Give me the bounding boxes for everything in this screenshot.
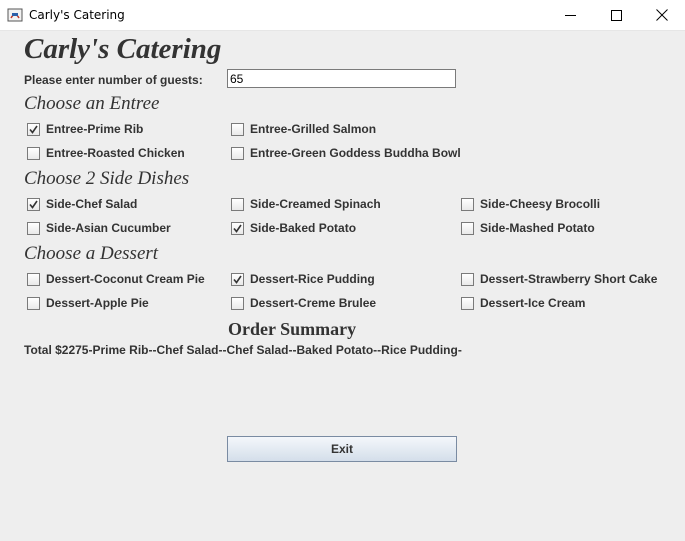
checkbox-label: Side-Baked Potato xyxy=(250,221,357,235)
close-icon xyxy=(656,9,668,21)
checkbox-dessert-rice-pudding[interactable]: Dessert-Rice Pudding xyxy=(231,270,375,288)
checkbox-box[interactable] xyxy=(461,221,474,235)
window-title: Carly's Catering xyxy=(29,8,125,22)
exit-button[interactable]: Exit xyxy=(227,436,457,462)
checkbox-box[interactable] xyxy=(231,146,244,160)
checkbox-box[interactable] xyxy=(27,146,40,160)
checkbox-box[interactable] xyxy=(27,221,40,235)
checkmark-icon xyxy=(29,200,38,209)
checkmark-icon xyxy=(233,224,242,233)
checkbox-box[interactable] xyxy=(461,272,474,286)
checkbox-side-creamed-spinach[interactable]: Side-Creamed Spinach xyxy=(231,195,381,213)
checkbox-entree-grilled-salmon[interactable]: Entree-Grilled Salmon xyxy=(231,120,376,138)
checkbox-label: Side-Mashed Potato xyxy=(480,221,595,235)
checkbox-dessert-ice-cream[interactable]: Dessert-Ice Cream xyxy=(461,294,585,312)
checkbox-label: Dessert-Apple Pie xyxy=(46,296,149,310)
checkbox-box[interactable] xyxy=(461,197,474,211)
checkbox-side-cheesy-brocolli[interactable]: Side-Cheesy Brocolli xyxy=(461,195,600,213)
checkbox-box[interactable] xyxy=(231,272,244,286)
checkbox-box[interactable] xyxy=(27,296,40,310)
checkbox-label: Entree-Prime Rib xyxy=(46,122,144,136)
checkbox-label: Side-Cheesy Brocolli xyxy=(480,197,601,211)
checkbox-entree-prime-rib[interactable]: Entree-Prime Rib xyxy=(27,120,143,138)
checkbox-dessert-apple-pie[interactable]: Dessert-Apple Pie xyxy=(27,294,149,312)
checkbox-label: Dessert-Coconut Cream Pie xyxy=(46,272,205,286)
guests-label: Please enter number of guests: xyxy=(24,73,203,87)
checkbox-label: Entree-Grilled Salmon xyxy=(250,122,377,136)
checkbox-dessert-strawberry-short-cake[interactable]: Dessert-Strawberry Short Cake xyxy=(461,270,657,288)
checkmark-icon xyxy=(233,275,242,284)
checkbox-label: Dessert-Rice Pudding xyxy=(250,272,375,286)
checkbox-box[interactable] xyxy=(27,197,40,211)
checkbox-entree-roasted-chicken[interactable]: Entree-Roasted Chicken xyxy=(27,144,185,162)
close-button[interactable] xyxy=(639,0,685,30)
checkbox-label: Dessert-Ice Cream xyxy=(480,296,586,310)
checkbox-label: Side-Creamed Spinach xyxy=(250,197,381,211)
sides-section-heading: Choose 2 Side Dishes xyxy=(24,168,190,189)
checkbox-box[interactable] xyxy=(231,296,244,310)
java-app-icon xyxy=(7,7,23,23)
order-summary-text: Total $2275-Prime Rib--Chef Salad--Chef … xyxy=(24,343,462,357)
checkbox-side-baked-potato[interactable]: Side-Baked Potato xyxy=(231,219,356,237)
checkbox-side-mashed-potato[interactable]: Side-Mashed Potato xyxy=(461,219,595,237)
dessert-section-heading: Choose a Dessert xyxy=(24,243,159,264)
checkbox-box[interactable] xyxy=(27,272,40,286)
minimize-icon xyxy=(564,14,576,16)
checkbox-box[interactable] xyxy=(231,197,244,211)
window-titlebar: Carly's Catering xyxy=(0,0,685,31)
guests-input[interactable] xyxy=(227,69,456,88)
order-summary-title: Order Summary xyxy=(228,319,357,339)
checkbox-box[interactable] xyxy=(461,296,474,310)
checkbox-label: Dessert-Creme Brulee xyxy=(250,296,377,310)
checkbox-side-asian-cucumber[interactable]: Side-Asian Cucumber xyxy=(27,219,171,237)
checkbox-dessert-coconut-cream-pie[interactable]: Dessert-Coconut Cream Pie xyxy=(27,270,205,288)
entree-section-heading: Choose an Entree xyxy=(24,93,160,114)
checkbox-side-chef-salad[interactable]: Side-Chef Salad xyxy=(27,195,137,213)
checkbox-box[interactable] xyxy=(231,221,244,235)
maximize-icon xyxy=(610,9,622,21)
checkbox-label: Entree-Green Goddess Buddha Bowl xyxy=(250,146,461,160)
minimize-button[interactable] xyxy=(547,0,593,30)
checkbox-label: Dessert-Strawberry Short Cake xyxy=(480,272,658,286)
checkbox-label: Side-Chef Salad xyxy=(46,197,138,211)
checkbox-label: Side-Asian Cucumber xyxy=(46,221,171,235)
maximize-button[interactable] xyxy=(593,0,639,30)
page-title: Carly's Catering xyxy=(24,33,222,65)
checkbox-label: Entree-Roasted Chicken xyxy=(46,146,185,160)
checkbox-entree-buddha-bowl[interactable]: Entree-Green Goddess Buddha Bowl xyxy=(231,144,461,162)
checkbox-box[interactable] xyxy=(27,122,40,136)
checkbox-dessert-creme-brulee[interactable]: Dessert-Creme Brulee xyxy=(231,294,376,312)
checkbox-box[interactable] xyxy=(231,122,244,136)
checkmark-icon xyxy=(29,125,38,134)
